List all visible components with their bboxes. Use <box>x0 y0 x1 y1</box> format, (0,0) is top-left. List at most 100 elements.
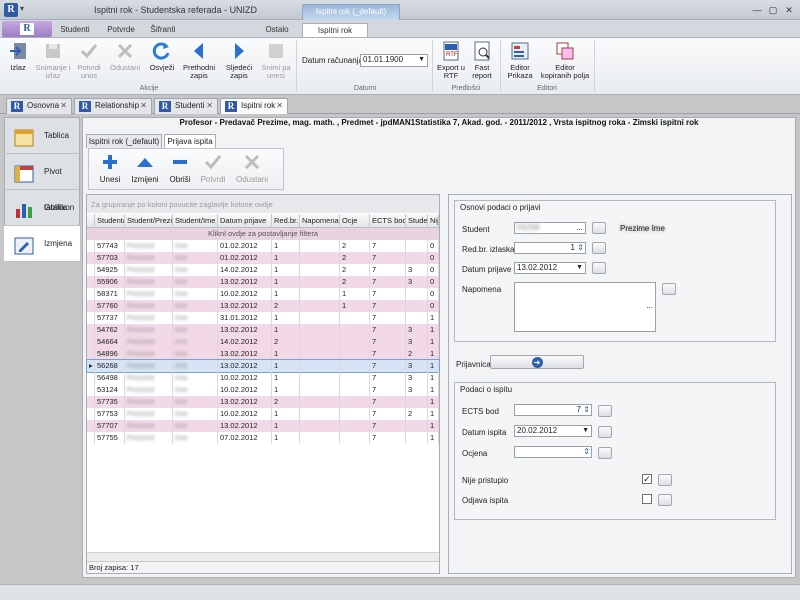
nav-pivot-tablica[interactable]: Pivot tablica <box>4 154 80 212</box>
table-cell[interactable] <box>406 396 428 408</box>
table-cell[interactable]: 0 <box>428 276 439 288</box>
doc-tab-osnovna[interactable]: R Osnovna ✕ <box>6 98 72 114</box>
table-cell[interactable]: Prezime <box>125 408 173 420</box>
table-cell[interactable]: 1 <box>428 408 439 420</box>
group-by-panel[interactable]: Za grupiranje po koloni povucite zaglavl… <box>87 195 439 213</box>
table-cell[interactable]: 2 <box>272 336 300 348</box>
napomena-textarea[interactable]: ... <box>514 282 656 332</box>
close-icon[interactable]: ✕ <box>60 99 67 113</box>
table-cell[interactable]: 1 <box>272 372 300 384</box>
table-cell[interactable]: 2 <box>406 348 428 360</box>
quick-access-dropdown-icon[interactable]: ▾ <box>20 4 24 13</box>
table-cell[interactable]: 1 <box>428 396 439 408</box>
application-menu-button[interactable]: R <box>2 21 52 37</box>
table-cell[interactable]: 01.02.2012 <box>218 252 272 264</box>
table-cell[interactable]: 13.02.2012 <box>218 300 272 312</box>
tag-icon[interactable] <box>592 242 606 254</box>
table-cell[interactable]: 58371 <box>95 288 125 300</box>
table-cell[interactable]: 7 <box>370 372 406 384</box>
datum-prijave-field[interactable]: 13.02.2012 ▼ <box>514 262 586 274</box>
table-cell[interactable]: 2 <box>406 408 428 420</box>
table-cell[interactable]: 10.02.2012 <box>218 384 272 396</box>
table-cell[interactable]: 56268 <box>95 360 125 372</box>
table-cell[interactable]: 1 <box>272 408 300 420</box>
table-cell[interactable]: 1 <box>272 276 300 288</box>
table-cell[interactable]: 1 <box>272 348 300 360</box>
datum-racunanja-field[interactable]: 01.01.1900 ▼ <box>360 54 428 67</box>
table-row[interactable]: 54896 Prezime Ime 13.02.2012 1 7 2 1 <box>87 348 439 360</box>
table-cell[interactable] <box>340 408 370 420</box>
table-cell[interactable] <box>340 420 370 432</box>
column-header[interactable]: Student/Ime <box>173 214 218 228</box>
table-cell[interactable] <box>340 396 370 408</box>
export-rtf-button[interactable]: RTF Export u RTF <box>436 40 466 84</box>
table-cell[interactable]: Ime <box>173 432 218 444</box>
table-cell[interactable]: Ime <box>173 336 218 348</box>
table-cell[interactable] <box>300 384 340 396</box>
table-cell[interactable]: 1 <box>340 288 370 300</box>
table-cell[interactable]: 07.02.2012 <box>218 432 272 444</box>
table-cell[interactable]: 1 <box>272 420 300 432</box>
table-cell[interactable]: 53124 <box>95 384 125 396</box>
table-cell[interactable] <box>300 336 340 348</box>
table-cell[interactable]: Ime <box>173 408 218 420</box>
table-cell[interactable]: 01.02.2012 <box>218 240 272 252</box>
table-cell[interactable]: Prezime <box>125 252 173 264</box>
table-row[interactable]: 54925 Prezime Ime 14.02.2012 1 2 7 3 0 <box>87 264 439 276</box>
nije-pristupio-checkbox[interactable]: ✓ <box>642 474 652 484</box>
close-icon[interactable]: ✕ <box>206 99 213 113</box>
table-cell[interactable]: Ime <box>173 276 218 288</box>
table-cell[interactable]: 0 <box>428 240 439 252</box>
horizontal-scrollbar[interactable] <box>87 552 439 561</box>
table-cell[interactable]: Prezime <box>125 336 173 348</box>
table-cell[interactable] <box>340 432 370 444</box>
fast-report-button[interactable]: Fast report <box>468 40 496 84</box>
table-cell[interactable]: 13.02.2012 <box>218 360 272 372</box>
column-header[interactable]: ECTS bod <box>370 214 406 228</box>
table-cell[interactable]: 0 <box>428 264 439 276</box>
table-cell[interactable]: 57753 <box>95 408 125 420</box>
editor-prikaza-button[interactable]: Editor Prikaza <box>504 40 536 84</box>
table-row[interactable]: 57703 Prezime Ime 01.02.2012 1 2 7 0 <box>87 252 439 264</box>
table-cell[interactable]: Ime <box>173 240 218 252</box>
table-cell[interactable]: Prezime <box>125 420 173 432</box>
column-header[interactable]: Student/ <box>95 214 125 228</box>
table-cell[interactable]: 0 <box>428 288 439 300</box>
table-cell[interactable]: 7 <box>370 396 406 408</box>
izmijeni-button[interactable]: Izmijeni <box>128 152 162 186</box>
table-cell[interactable]: 7 <box>370 432 406 444</box>
table-cell[interactable] <box>340 336 370 348</box>
table-cell[interactable]: 54896 <box>95 348 125 360</box>
table-row[interactable]: 57753 Prezime Ime 10.02.2012 1 7 2 1 <box>87 408 439 420</box>
table-cell[interactable]: 1 <box>428 360 439 372</box>
table-cell[interactable]: 14.02.2012 <box>218 264 272 276</box>
table-cell[interactable]: 7 <box>370 276 406 288</box>
table-cell[interactable]: 1 <box>272 288 300 300</box>
filter-row[interactable]: Kliknl ovdje za postavljanje filtera <box>87 228 439 240</box>
table-cell[interactable]: 1 <box>428 324 439 336</box>
table-cell[interactable]: 13.02.2012 <box>218 324 272 336</box>
table-cell[interactable] <box>300 300 340 312</box>
doc-tab-relationship[interactable]: R Relationship ✕ <box>74 98 152 114</box>
table-cell[interactable]: 54664 <box>95 336 125 348</box>
table-cell[interactable]: Prezime <box>125 360 173 372</box>
table-cell[interactable]: 56498 <box>95 372 125 384</box>
table-cell[interactable] <box>300 372 340 384</box>
table-cell[interactable]: 57760 <box>95 300 125 312</box>
table-cell[interactable]: 7 <box>370 312 406 324</box>
table-cell[interactable]: 1 <box>272 312 300 324</box>
izlaz-button[interactable]: Izlaz <box>4 40 32 84</box>
table-row[interactable]: 57760 Prezime Ime 13.02.2012 2 1 7 0 <box>87 300 439 312</box>
table-cell[interactable] <box>300 264 340 276</box>
table-cell[interactable] <box>300 408 340 420</box>
tag-icon[interactable] <box>662 283 676 295</box>
table-cell[interactable]: 7 <box>370 384 406 396</box>
obrisi-button[interactable]: Obriši <box>166 152 194 186</box>
table-cell[interactable]: 14.02.2012 <box>218 336 272 348</box>
tag-icon[interactable] <box>598 405 612 417</box>
table-cell[interactable] <box>300 420 340 432</box>
table-row[interactable]: 53124 Prezime Ime 10.02.2012 1 7 3 1 <box>87 384 439 396</box>
maximize-button[interactable]: ▢ <box>766 4 780 16</box>
table-cell[interactable]: 1 <box>272 324 300 336</box>
tag-icon[interactable] <box>598 447 612 459</box>
